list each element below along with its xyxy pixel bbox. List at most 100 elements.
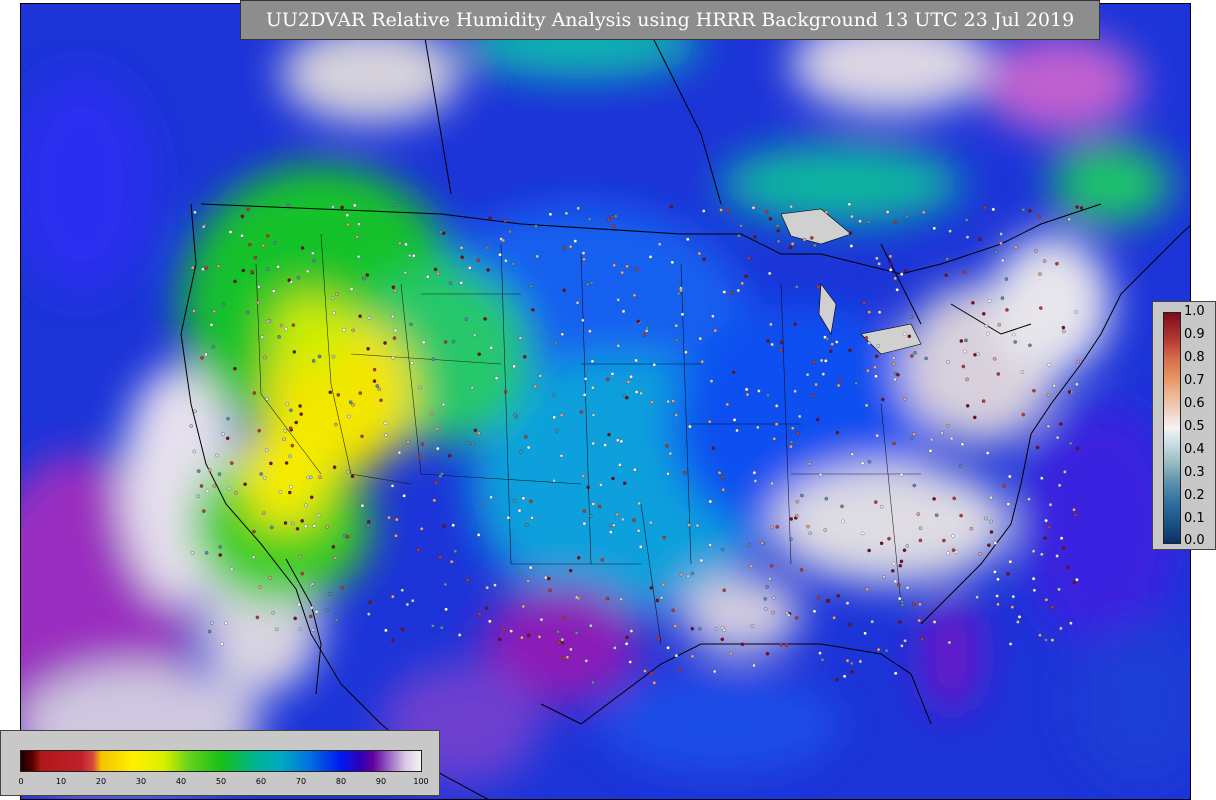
station-dot [409,322,413,327]
station-dot [725,402,730,407]
station-dot [538,374,543,378]
station-dot [548,588,552,592]
station-dot [216,264,221,269]
station-dot [802,237,807,242]
rh-tick: 30 [135,777,147,786]
station-dot [1075,577,1079,582]
station-dot [229,567,234,572]
station-dot [405,602,410,607]
station-dot [312,258,316,263]
station-dot [310,582,315,586]
station-dot [1043,536,1047,540]
station-dot [485,585,489,590]
station-dot [390,484,395,488]
station-dot [607,432,611,437]
station-dot [258,585,263,589]
station-dot [850,452,854,456]
station-dot [932,497,936,501]
station-dot [328,592,332,596]
station-dot [1067,390,1072,394]
station-dot [434,480,439,485]
station-dot [975,595,979,599]
station-dot [965,377,969,382]
station-dot [226,416,230,421]
station-dot [605,377,610,382]
station-dot [1017,615,1022,619]
qc-tick: 0.3 [1184,465,1205,480]
station-dot [806,524,810,529]
station-dot [811,394,815,398]
station-dot [645,326,649,330]
station-dot [905,544,910,548]
station-dot [1034,249,1038,253]
station-dot [296,275,301,280]
station-dot [934,513,939,517]
station-dot [465,578,470,582]
station-dot [756,425,760,430]
station-dot [900,599,904,604]
station-dot [629,374,633,379]
station-dot [358,391,363,395]
station-dot [960,442,965,447]
station-dot [283,429,287,433]
station-dot [891,569,895,573]
station-dot [929,437,934,442]
station-dot [393,328,398,333]
station-dot [221,302,226,307]
station-dot [679,288,683,293]
station-dot [506,515,511,520]
station-dot [477,612,482,616]
station-dot [866,368,870,373]
station-dot [391,356,395,360]
station-dot [362,276,366,281]
station-dot [616,438,620,443]
qc-tick: 1.0 [1184,304,1205,319]
station-dot [290,443,295,448]
station-dot [498,637,502,642]
station-dot [365,273,370,277]
rh-analysis-map [21,4,1190,799]
station-dot [599,483,603,487]
station-dot [375,384,380,388]
station-dot [850,670,855,674]
station-dot [662,535,666,540]
station-dot [697,251,702,256]
station-dot [818,651,822,655]
station-dot [1059,536,1064,540]
station-dot [612,263,616,268]
station-dot [1044,518,1048,523]
station-dot [605,596,610,601]
station-dot [285,401,290,406]
station-dot [243,482,247,486]
station-dot [271,289,276,293]
station-dot [928,449,933,453]
station-dot [217,472,222,476]
station-dot [648,255,653,259]
station-dot [266,234,270,238]
station-dot [255,615,260,620]
station-dot [251,555,256,559]
station-dot [192,309,196,313]
station-dot [614,214,618,218]
station-dot [772,437,777,441]
station-dot [745,392,750,397]
station-dot [193,210,197,215]
station-dot [996,602,1000,607]
station-dot [393,203,397,207]
station-dot [494,376,499,380]
station-dot [991,207,996,212]
station-dot [1075,446,1080,451]
station-dot [848,623,852,627]
station-dot [750,624,754,628]
station-dot [917,618,921,623]
station-dot [1016,620,1020,624]
station-dot [210,621,214,625]
station-dot [870,619,874,624]
station-dot [457,633,462,637]
station-dot [252,529,256,534]
station-dot [949,436,954,441]
station-dot [812,609,817,614]
station-dot [504,259,508,263]
station-dot [973,353,977,357]
station-dot [309,606,314,610]
